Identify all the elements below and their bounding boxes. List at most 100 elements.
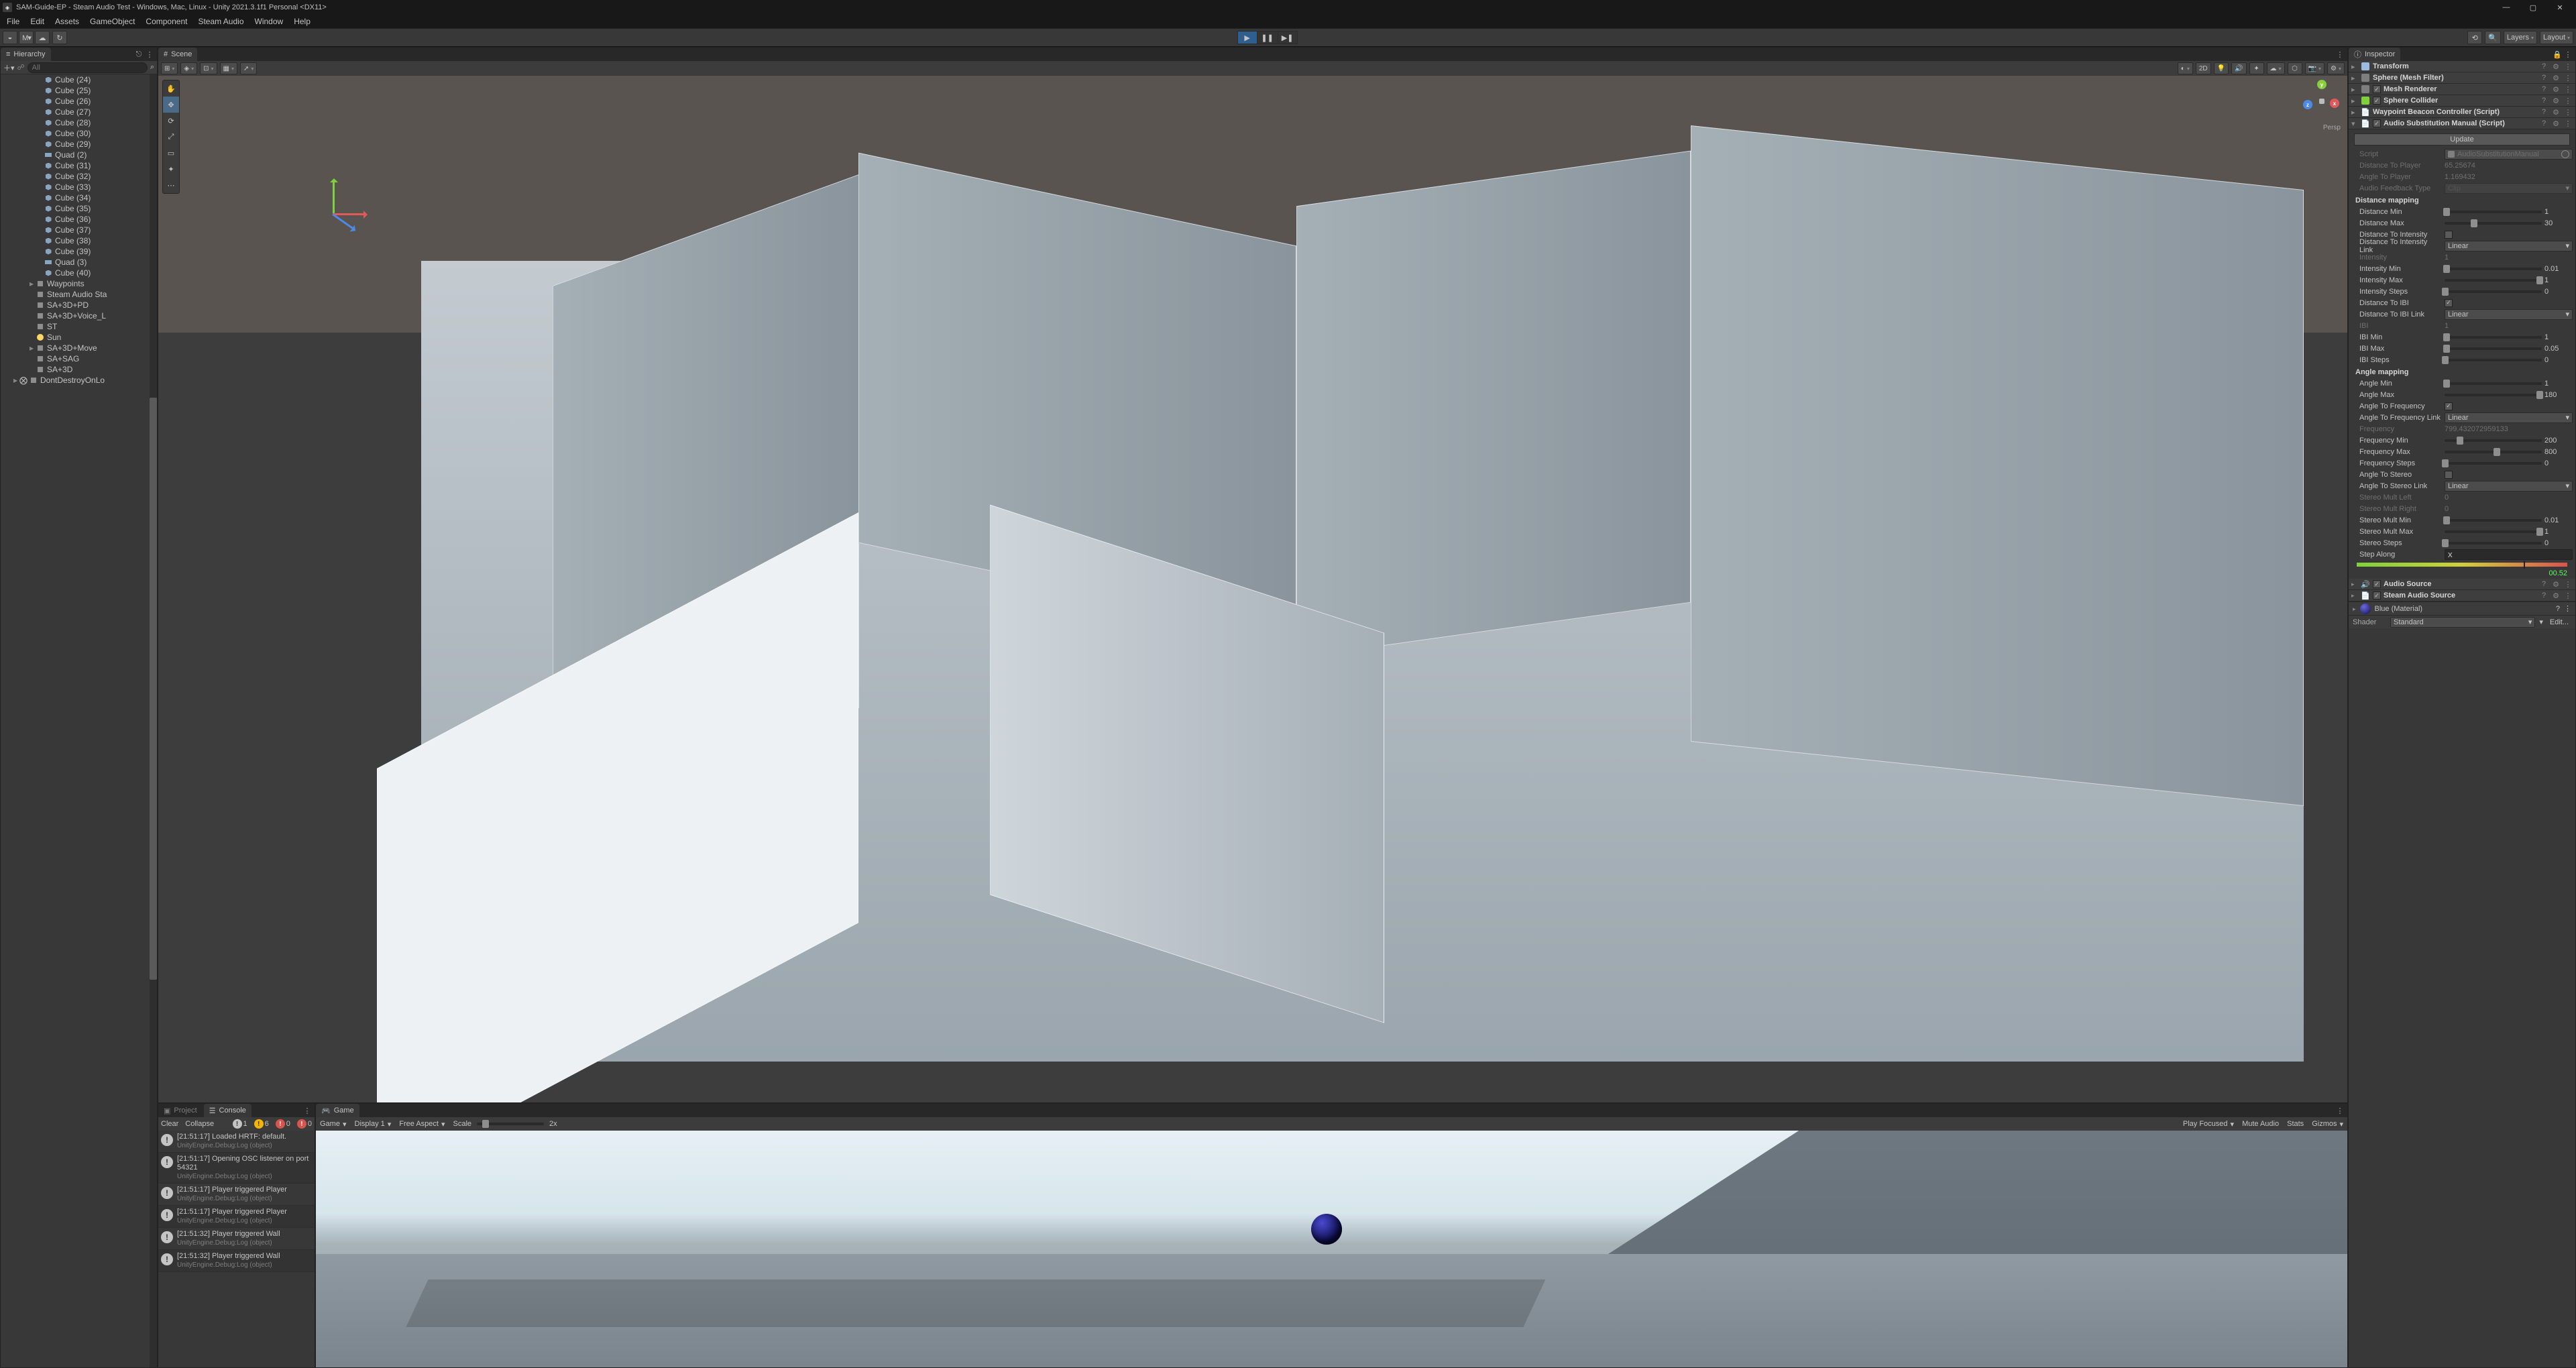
- distance-to-ibi-check[interactable]: ✓: [2445, 299, 2453, 307]
- steam-audio-source-checkbox[interactable]: ✓: [2373, 591, 2381, 600]
- menu-steam-audio[interactable]: Steam Audio: [192, 15, 249, 27]
- scale-tool[interactable]: ⤢: [163, 129, 179, 145]
- help-icon[interactable]: ?: [2539, 73, 2549, 82]
- help-icon[interactable]: ?: [2539, 84, 2549, 94]
- hierarchy-item[interactable]: Cube (25): [1, 85, 157, 96]
- gizmos-toggle[interactable]: ⚙: [2327, 62, 2345, 74]
- display-dropdown[interactable]: Display 1 ▾: [355, 1120, 392, 1129]
- cloud-button[interactable]: M ▾: [19, 31, 34, 44]
- menu-icon[interactable]: ⋮: [2563, 73, 2573, 82]
- distance-min-slider[interactable]: [2445, 211, 2542, 213]
- hierarchy-item[interactable]: Cube (33): [1, 182, 157, 192]
- menu-help[interactable]: Help: [288, 15, 316, 27]
- inspector-tab[interactable]: ⓘ Inspector: [2349, 48, 2400, 61]
- move-tool[interactable]: ✥: [163, 97, 179, 113]
- shader-options-icon[interactable]: ▾: [2539, 618, 2543, 626]
- angle-to-frequency-check[interactable]: ✓: [2445, 402, 2453, 410]
- script-field[interactable]: AudioSubstitutionManual: [2445, 149, 2573, 160]
- hierarchy-tab[interactable]: ≡ Hierarchy: [1, 48, 51, 61]
- console-tab[interactable]: ☰ Console: [204, 1104, 251, 1117]
- pivot-mode-button[interactable]: ◈: [180, 62, 197, 74]
- step-along-input[interactable]: [2445, 549, 2573, 560]
- hierarchy-item[interactable]: ▸⨂DontDestroyOnLo: [1, 375, 157, 386]
- hierarchy-item[interactable]: ▸Waypoints: [1, 278, 157, 289]
- inspector-menu-icon[interactable]: ⋮: [2563, 50, 2573, 59]
- scene-tab[interactable]: # Scene: [158, 48, 197, 61]
- intensity-min-slider[interactable]: [2445, 268, 2542, 270]
- hierarchy-item[interactable]: Quad (3): [1, 257, 157, 268]
- console-log-entry[interactable]: ![21:51:17] Player triggered PlayerUnity…: [158, 1184, 315, 1206]
- preset-icon[interactable]: ⚙: [2551, 579, 2561, 589]
- menu-window[interactable]: Window: [249, 15, 289, 27]
- mute-audio-toggle[interactable]: Mute Audio: [2242, 1120, 2279, 1128]
- menu-icon[interactable]: ⋮: [2563, 96, 2573, 105]
- err2-count-badge[interactable]: !0: [297, 1119, 312, 1129]
- console-log-entry[interactable]: ![21:51:17] Opening OSC listener on port…: [158, 1153, 315, 1184]
- hierarchy-item[interactable]: Steam Audio Sta: [1, 289, 157, 300]
- hierarchy-item[interactable]: Cube (26): [1, 96, 157, 107]
- preset-icon[interactable]: ⚙: [2551, 591, 2561, 600]
- 2d-toggle[interactable]: 2D: [2196, 62, 2211, 74]
- panel-lock-icon[interactable]: ⎋: [134, 50, 144, 59]
- cloud-sync-icon[interactable]: ☁: [35, 31, 50, 44]
- camera-flare-icon[interactable]: ⬡: [2288, 62, 2302, 74]
- draw-mode-button[interactable]: ◐: [2178, 62, 2193, 74]
- play-button[interactable]: ▶: [1237, 31, 1257, 44]
- material-header[interactable]: Blue (Material) ? ⋮: [2349, 602, 2575, 615]
- hand-tool[interactable]: ✋: [163, 80, 179, 97]
- menu-icon[interactable]: ⋮: [2563, 591, 2573, 600]
- menu-icon[interactable]: ⋮: [2563, 62, 2573, 71]
- menu-edit[interactable]: Edit: [25, 15, 50, 27]
- hierarchy-item[interactable]: ▸SA+3D+Move: [1, 343, 157, 353]
- preset-icon[interactable]: ⚙: [2551, 62, 2561, 71]
- help-icon[interactable]: ?: [2539, 119, 2549, 128]
- aspect-dropdown[interactable]: Free Aspect ▾: [399, 1120, 445, 1129]
- component-enable-checkbox[interactable]: ✓: [2373, 119, 2381, 127]
- step-button[interactable]: ▶❚: [1278, 31, 1298, 44]
- help-icon[interactable]: ?: [2539, 96, 2549, 105]
- audio-source-component[interactable]: 🔊 ✓ Audio Source ? ⚙ ⋮: [2349, 579, 2575, 590]
- play-focused-dropdown[interactable]: Play Focused ▾: [2183, 1120, 2234, 1129]
- audio-toggle[interactable]: 🔊: [2231, 62, 2246, 74]
- hierarchy-item[interactable]: Cube (30): [1, 128, 157, 139]
- stereo-steps-slider[interactable]: [2445, 542, 2542, 545]
- err-count-badge[interactable]: !0: [276, 1119, 290, 1129]
- fx-toggle[interactable]: ✦: [2249, 62, 2264, 74]
- preset-icon[interactable]: ⚙: [2551, 107, 2561, 117]
- hierarchy-scrollbar[interactable]: [150, 398, 157, 980]
- ibi-max-slider[interactable]: [2445, 347, 2542, 350]
- create-dropdown[interactable]: ＋▾: [3, 62, 15, 73]
- hierarchy-item[interactable]: Cube (38): [1, 235, 157, 246]
- hierarchy-item[interactable]: SA+SAG: [1, 353, 157, 364]
- preset-icon[interactable]: ⚙: [2551, 84, 2561, 94]
- inspector-lock-icon[interactable]: 🔒: [2553, 50, 2562, 59]
- hierarchy-search[interactable]: [27, 62, 148, 73]
- console-menu-icon[interactable]: ⋮: [302, 1106, 312, 1115]
- perspective-label[interactable]: Persp: [2323, 124, 2341, 131]
- menu-file[interactable]: File: [1, 15, 25, 27]
- hierarchy-item[interactable]: Cube (40): [1, 268, 157, 278]
- custom-tool[interactable]: ⋯: [163, 177, 179, 193]
- preset-icon[interactable]: ⚙: [2551, 119, 2561, 128]
- menu-icon[interactable]: ⋮: [2563, 579, 2573, 589]
- game-source-dropdown[interactable]: Game ▾: [320, 1120, 347, 1129]
- scale-slider[interactable]: Scale 2x: [453, 1120, 557, 1128]
- game-view[interactable]: [316, 1131, 2347, 1367]
- intensity-steps-slider[interactable]: [2445, 290, 2542, 293]
- angle-min-slider[interactable]: [2445, 382, 2542, 385]
- help-icon[interactable]: ?: [2539, 62, 2549, 71]
- console-clear[interactable]: Clear: [161, 1120, 178, 1128]
- console-log-entry[interactable]: ![21:51:32] Player triggered WallUnityEn…: [158, 1228, 315, 1250]
- warn-count-badge[interactable]: !6: [254, 1119, 269, 1129]
- undo-history-icon[interactable]: ⟲: [2467, 31, 2482, 44]
- hierarchy-item[interactable]: Cube (27): [1, 107, 157, 117]
- pivot-rotation-button[interactable]: ⊡: [200, 62, 217, 74]
- console-log-entry[interactable]: ![21:51:17] Loaded HRTF: default.UnityEn…: [158, 1131, 315, 1153]
- stats-toggle[interactable]: Stats: [2287, 1120, 2304, 1128]
- hierarchy-item[interactable]: Cube (32): [1, 171, 157, 182]
- project-tab[interactable]: ▣ Project: [158, 1104, 203, 1117]
- minimize-button[interactable]: —: [2493, 0, 2520, 15]
- console-log-entry[interactable]: ![21:51:32] Player triggered WallUnityEn…: [158, 1250, 315, 1272]
- hierarchy-item[interactable]: Cube (31): [1, 160, 157, 171]
- orientation-gizmo[interactable]: yxz: [2300, 80, 2343, 123]
